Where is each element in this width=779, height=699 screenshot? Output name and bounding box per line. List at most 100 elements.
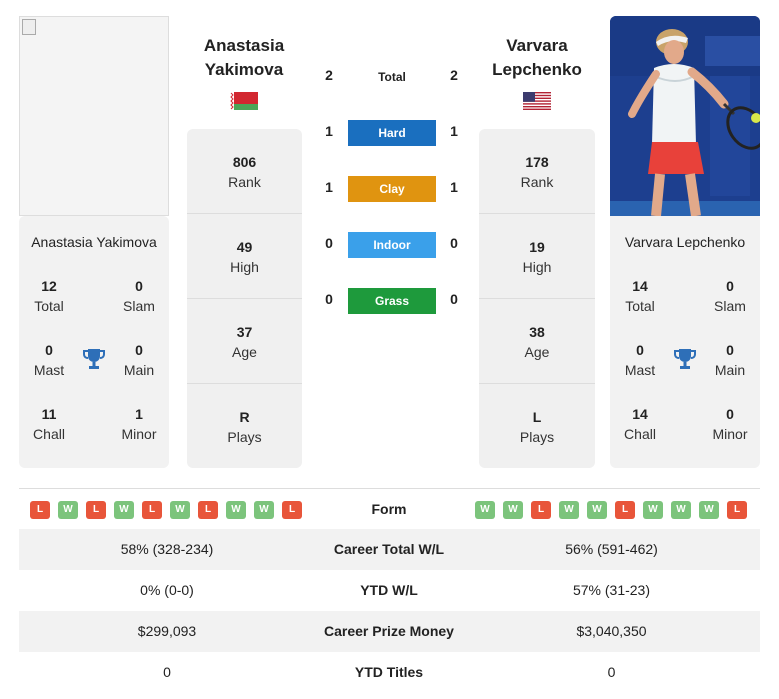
left-high-value: 49 <box>236 239 253 255</box>
right-rank-label: Rank <box>520 174 554 190</box>
right-player-fullname[interactable]: Varvara Lepchenko <box>610 234 760 250</box>
stats-left-value: 58% (328-234) <box>120 541 214 557</box>
left-chall-label: Chall <box>33 426 65 442</box>
right-form-result-win[interactable]: W <box>475 501 495 519</box>
h2h-hard-left: 1 <box>325 123 333 139</box>
left-high-row: 49 High <box>187 214 302 299</box>
right-age-row: 38 Age <box>479 299 595 384</box>
right-chall-value: 14 <box>632 406 648 422</box>
right-high-row: 19 High <box>479 214 595 299</box>
right-mast-label: Mast <box>624 362 656 378</box>
left-chall-value: 11 <box>41 406 57 422</box>
right-age-value: 38 <box>529 324 545 340</box>
right-form-result-loss[interactable]: L <box>727 501 747 519</box>
left-form-result-loss[interactable]: L <box>142 501 162 519</box>
left-form-result-win[interactable]: W <box>114 501 134 519</box>
trophy-icon <box>81 346 107 372</box>
left-age-label: Age <box>232 344 257 360</box>
right-plays-row: L Plays <box>479 384 595 469</box>
right-player-photo <box>610 16 760 216</box>
right-player-name[interactable]: Varvara Lepchenko <box>477 34 597 82</box>
right-form-result-win[interactable]: W <box>587 501 607 519</box>
right-main-value: 0 <box>726 342 734 358</box>
right-form-result-win[interactable]: W <box>699 501 719 519</box>
left-form-result-win[interactable]: W <box>226 501 246 519</box>
left-form-result-win[interactable]: W <box>58 501 78 519</box>
left-minor-value: 1 <box>135 406 143 422</box>
right-player-name-line1: Varvara <box>506 36 568 55</box>
left-rank-card: 806 Rank 49 High 37 Age R Plays <box>187 129 302 468</box>
h2h-clay-left: 1 <box>325 179 333 195</box>
stats-row: 0% (0-0) YTD W/L 57% (31-23) <box>19 570 760 611</box>
right-form-result-win[interactable]: W <box>503 501 523 519</box>
h2h-clay-right: 1 <box>450 179 458 195</box>
stats-left-value: $299,093 <box>137 623 197 639</box>
left-total-label: Total <box>34 298 64 314</box>
left-form-badges: LWLWLWLWWL <box>30 501 310 519</box>
left-minor-label: Minor <box>121 426 157 442</box>
right-minor-label: Minor <box>712 426 748 442</box>
right-rank-card: 178 Rank 19 High 38 Age L Plays <box>479 129 595 468</box>
stats-left-value: 0 <box>163 664 171 680</box>
left-form-result-loss[interactable]: L <box>282 501 302 519</box>
right-chall-label: Chall <box>624 426 656 442</box>
right-form-result-win[interactable]: W <box>671 501 691 519</box>
clay-surface-badge[interactable]: Clay <box>348 176 436 202</box>
h2h-total-left: 2 <box>325 67 333 83</box>
h2h-indoor-left: 0 <box>325 235 333 251</box>
left-form-result-win[interactable]: W <box>254 501 274 519</box>
left-form-result-loss[interactable]: L <box>86 501 106 519</box>
right-form-result-win[interactable]: W <box>559 501 579 519</box>
right-main-label: Main <box>714 362 746 378</box>
left-form-result-loss[interactable]: L <box>198 501 218 519</box>
left-form-result-loss[interactable]: L <box>30 501 50 519</box>
stats-row: $299,093 Career Prize Money $3,040,350 <box>19 611 760 652</box>
hard-surface-badge[interactable]: Hard <box>348 120 436 146</box>
right-slam-label: Slam <box>714 298 746 314</box>
left-main-value: 0 <box>135 342 143 358</box>
h2h-hard-right: 1 <box>450 123 458 139</box>
usa-flag-icon <box>523 92 551 115</box>
right-high-label: High <box>522 259 552 275</box>
right-mast-value: 0 <box>636 342 644 358</box>
belarus-flag-icon <box>230 92 258 115</box>
stats-right-value: 57% (31-23) <box>572 582 651 598</box>
right-plays-value: L <box>532 409 542 425</box>
stats-row: 58% (328-234) Career Total W/L 56% (591-46… <box>19 529 760 570</box>
left-total-value: 12 <box>41 278 57 294</box>
left-plays-value: R <box>239 409 250 425</box>
right-player-card: Varvara Lepchenko 14 Total 0 Slam 0 Mast… <box>610 216 760 468</box>
stats-row: 0 YTD Titles 0 <box>19 652 760 693</box>
right-plays-label: Plays <box>519 429 555 445</box>
left-form-result-win[interactable]: W <box>170 501 190 519</box>
right-player-name-line2: Lepchenko <box>492 60 582 79</box>
left-mast-label: Mast <box>33 362 65 378</box>
right-form-result-win[interactable]: W <box>643 501 663 519</box>
h2h-total-right: 2 <box>450 67 458 83</box>
left-plays-row: R Plays <box>187 384 302 469</box>
left-age-value: 37 <box>236 324 253 340</box>
stats-right-value: 0 <box>607 664 616 680</box>
right-form-result-loss[interactable]: L <box>615 501 635 519</box>
form-row: LWLWLWLWWL Form WWLWWLWWWL <box>19 488 760 529</box>
broken-image-icon <box>22 19 36 35</box>
right-form-result-loss[interactable]: L <box>531 501 551 519</box>
right-rank-row: 178 Rank <box>479 129 595 214</box>
stats-right-value: $3,040,350 <box>576 623 647 639</box>
left-player-card: Anastasia Yakimova 12 Total 0 Slam 0 Mas… <box>19 216 169 468</box>
form-label: Form <box>371 501 407 517</box>
right-minor-value: 0 <box>726 406 734 422</box>
stats-right-value: 56% (591-462) <box>565 541 658 557</box>
grass-surface-badge[interactable]: Grass <box>348 288 436 314</box>
left-player-name[interactable]: Anastasia Yakimova <box>184 34 304 82</box>
stats-label: YTD W/L <box>360 582 418 598</box>
left-mast-value: 0 <box>45 342 53 358</box>
left-slam-value: 0 <box>135 278 143 294</box>
trophy-icon <box>672 346 698 372</box>
left-player-fullname[interactable]: Anastasia Yakimova <box>19 234 169 250</box>
left-age-row: 37 Age <box>187 299 302 384</box>
stats-label: Career Total W/L <box>333 541 445 557</box>
indoor-surface-badge[interactable]: Indoor <box>348 232 436 258</box>
left-slam-label: Slam <box>123 298 155 314</box>
left-rank-value: 806 <box>232 154 257 170</box>
